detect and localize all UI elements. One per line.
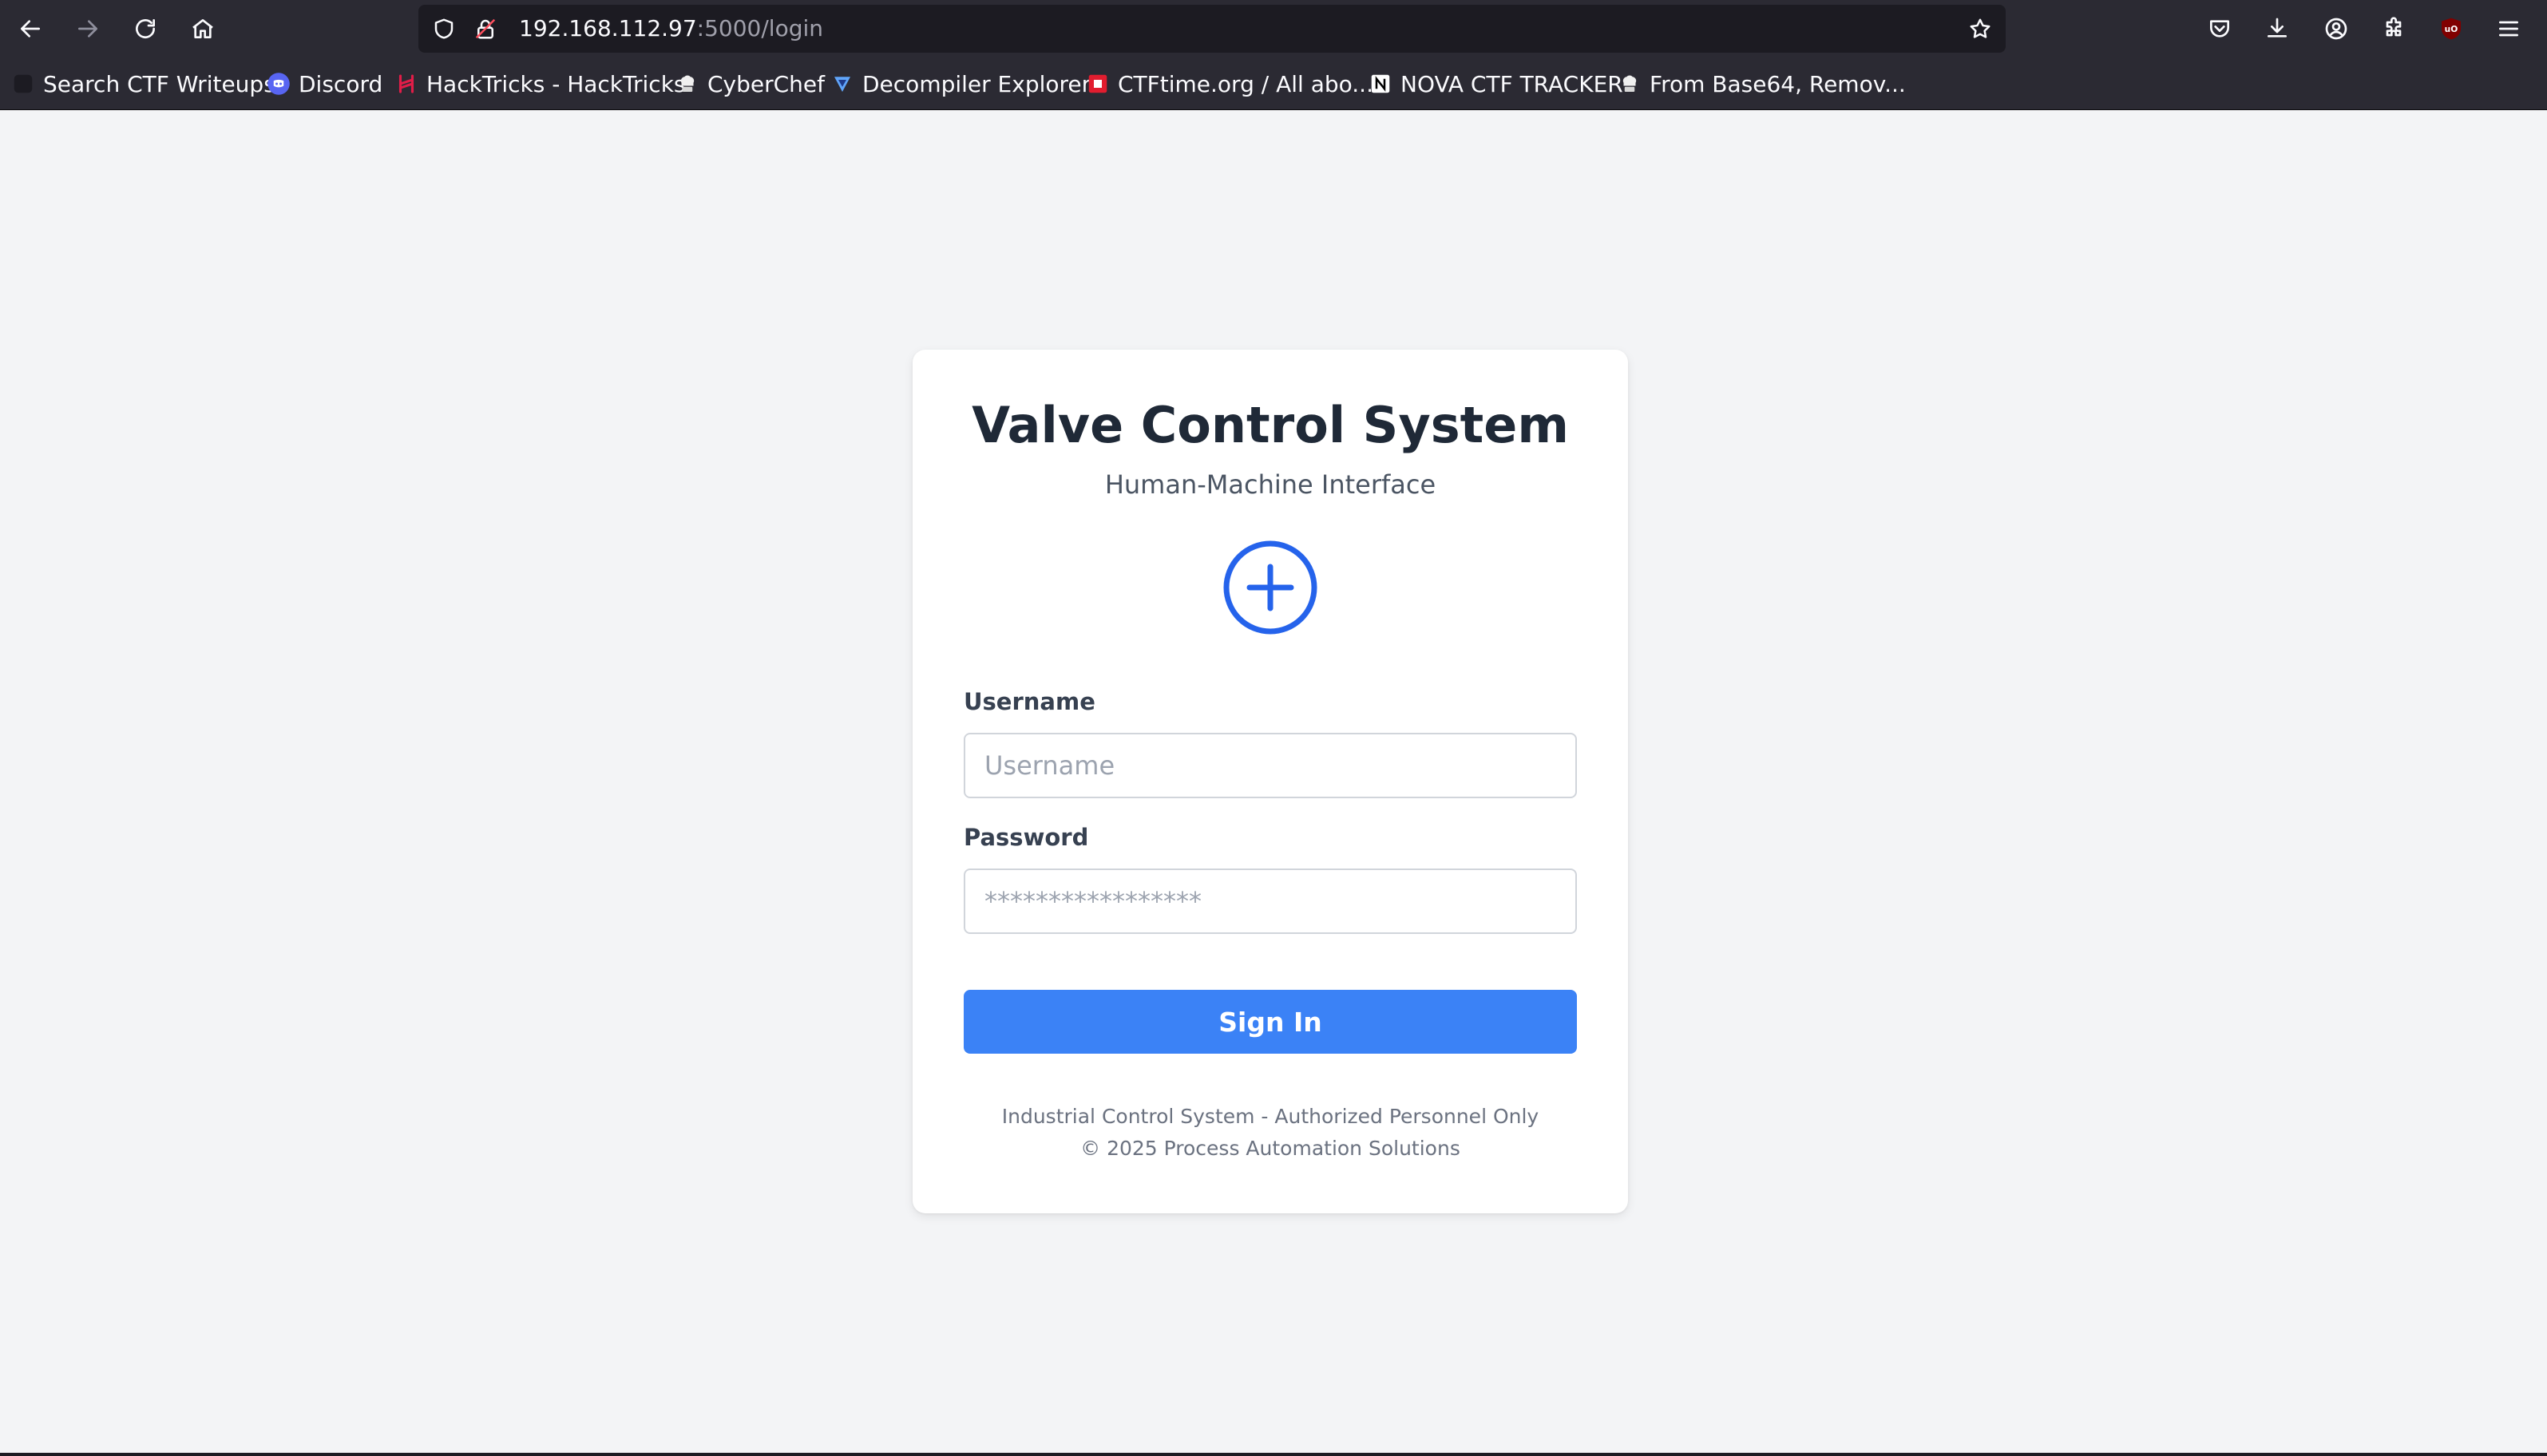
- taskbar-strip: [0, 1453, 2547, 1456]
- downloads-button[interactable]: [2260, 11, 2295, 46]
- bookmark-label: CTFtime.org / All abo...: [1118, 70, 1373, 97]
- insecure-lock-icon[interactable]: [471, 14, 500, 43]
- page-body: Valve Control System Human-Machine Inter…: [0, 110, 2547, 1453]
- footer-copyright: © 2025 Process Automation Solutions: [1080, 1137, 1460, 1160]
- bookmark-label: NOVA CTF TRACKER: [1400, 70, 1623, 97]
- bookmark-item[interactable]: Decompiler Explorer: [830, 57, 1091, 110]
- svg-text:uO: uO: [2445, 24, 2458, 34]
- cyberchef-icon: [1618, 72, 1642, 96]
- extensions-button[interactable]: [2376, 11, 2411, 46]
- bookmark-item[interactable]: Discord: [267, 57, 382, 110]
- ctf-writeups-icon: [11, 72, 35, 96]
- password-label: Password: [964, 824, 1089, 851]
- url-host: 192.168.112.97: [519, 15, 697, 42]
- bookmark-label: HackTricks - HackTricks: [426, 70, 686, 97]
- url-path: :5000/login: [696, 15, 824, 42]
- browser-toolbar: 192.168.112.97:5000/login uO: [0, 0, 2547, 57]
- hacktricks-icon: [394, 72, 418, 96]
- pocket-button[interactable]: [2202, 11, 2237, 46]
- username-label: Username: [964, 688, 1095, 715]
- bookmark-item[interactable]: CyberChef: [675, 57, 825, 110]
- back-arrow-icon: [21, 20, 40, 38]
- page-subtitle: Human-Machine Interface: [1104, 469, 1436, 500]
- pocket-icon: [2210, 20, 2229, 38]
- ctftime-icon: [1086, 72, 1110, 96]
- download-icon: [2268, 18, 2287, 38]
- password-input[interactable]: [964, 868, 1577, 934]
- footer-notice: Industrial Control System - Authorized P…: [1001, 1105, 1539, 1128]
- bookmark-label: From Base64, Remov...: [1650, 70, 1906, 97]
- decompiler-icon: [830, 72, 854, 96]
- reload-icon: [136, 19, 155, 38]
- bookmark-star-icon[interactable]: [1966, 14, 1994, 43]
- url-text[interactable]: 192.168.112.97:5000/login: [519, 5, 823, 53]
- forward-arrow-icon: [78, 20, 97, 38]
- puzzle-piece-icon: [2386, 17, 2402, 37]
- account-button[interactable]: [2319, 11, 2354, 46]
- ublock-origin-button[interactable]: uO: [2434, 11, 2469, 46]
- bookmark-item[interactable]: NOVA CTF TRACKER: [1369, 57, 1623, 110]
- back-button[interactable]: [13, 11, 48, 46]
- plus-circle-icon: [1222, 540, 1318, 635]
- bookmark-label: Search CTF Writeups: [43, 70, 275, 97]
- reload-button[interactable]: [128, 11, 163, 46]
- discord-icon: [267, 72, 291, 96]
- bookmark-item[interactable]: From Base64, Remov...: [1618, 57, 1906, 110]
- address-bar[interactable]: 192.168.112.97:5000/login: [418, 5, 2006, 53]
- bookmark-label: CyberChef: [707, 70, 826, 97]
- bookmark-label: Decompiler Explorer: [862, 70, 1091, 97]
- notion-icon: [1369, 72, 1392, 96]
- bookmarks-toolbar: Search CTF Writeups Discord HackTricks -…: [0, 57, 2547, 110]
- login-card: Valve Control System Human-Machine Inter…: [913, 350, 1628, 1213]
- page-title: Valve Control System: [972, 396, 1569, 454]
- forward-button[interactable]: [70, 11, 105, 46]
- bookmark-item[interactable]: HackTricks - HackTricks: [394, 57, 686, 110]
- home-icon: [192, 19, 213, 38]
- home-button[interactable]: [185, 11, 220, 46]
- username-input[interactable]: [964, 733, 1577, 798]
- bookmark-label: Discord: [299, 70, 383, 97]
- cyberchef-icon: [675, 72, 699, 96]
- bookmark-item[interactable]: Search CTF Writeups: [11, 57, 275, 110]
- app-menu-button[interactable]: [2491, 11, 2526, 46]
- account-icon: [2325, 18, 2347, 40]
- ublock-origin-icon: uO: [2442, 18, 2461, 40]
- bookmark-item[interactable]: CTFtime.org / All abo...: [1086, 57, 1373, 110]
- sign-in-button[interactable]: Sign In: [964, 990, 1577, 1054]
- tracking-protection-shield-icon[interactable]: [430, 14, 458, 43]
- hamburger-menu-icon: [2499, 21, 2518, 37]
